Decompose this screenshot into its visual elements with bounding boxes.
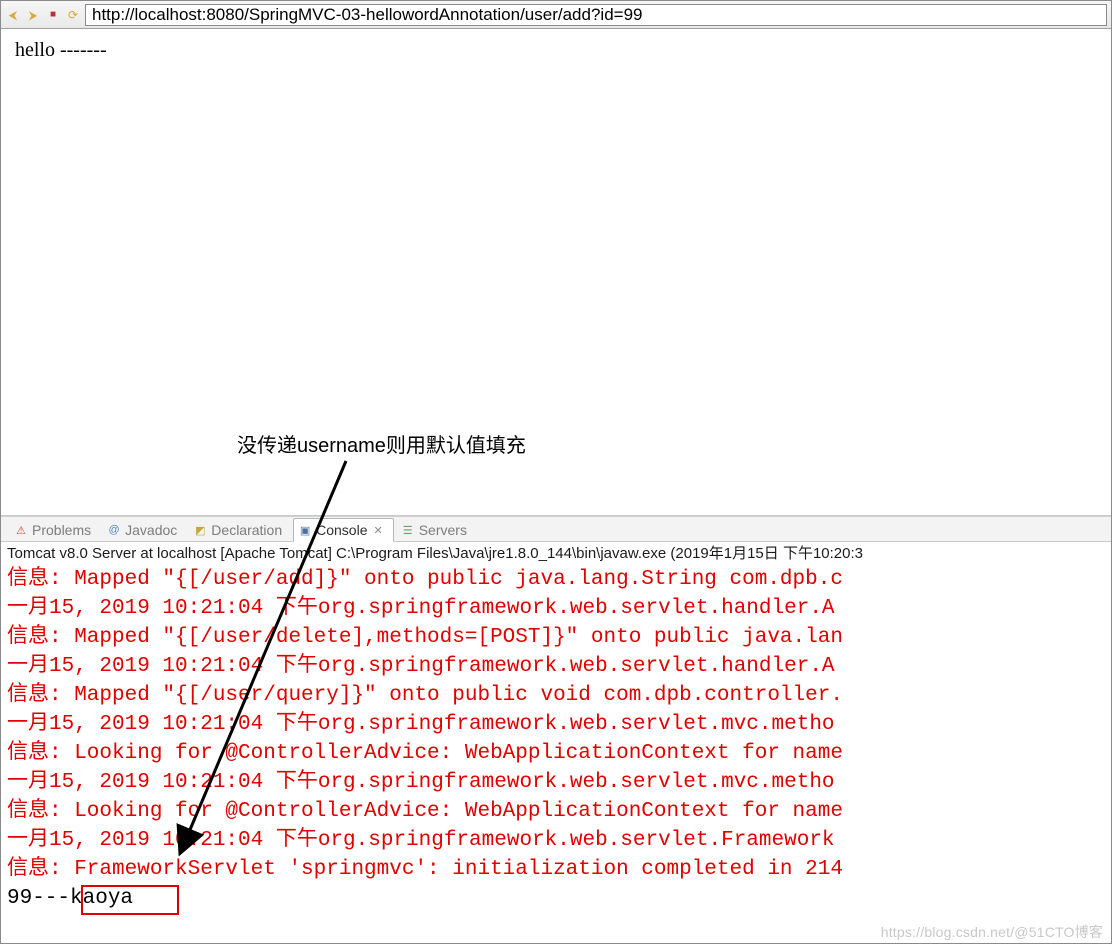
console-line: 信息: FrameworkServlet 'springmvc': initia…	[7, 856, 1105, 885]
declaration-icon: ◩	[193, 523, 207, 537]
tab-label: Problems	[32, 522, 91, 538]
browser-viewport: hello ------- 没传递username则用默认值填充	[1, 29, 1111, 516]
console-icon: ▣	[298, 523, 312, 537]
console-line: 信息: Looking for @ControllerAdvice: WebAp…	[7, 798, 1105, 827]
console-output[interactable]: 信息: Mapped "{[/user/add]}" onto public j…	[1, 566, 1111, 918]
watermark-text: https://blog.csdn.net/@51CTO博客	[881, 925, 1103, 939]
tab-declaration[interactable]: ◩ Declaration	[188, 518, 291, 542]
console-line: 一月15, 2019 10:21:04 下午org.springframewor…	[7, 711, 1105, 740]
tab-servers[interactable]: ☰ Servers	[396, 518, 476, 542]
console-line: 信息: Mapped "{[/user/query]}" onto public…	[7, 682, 1105, 711]
tab-label: Console	[316, 522, 367, 538]
console-line: 信息: Mapped "{[/user/add]}" onto public j…	[7, 566, 1105, 595]
console-line: 一月15, 2019 10:21:04 下午org.springframewor…	[7, 769, 1105, 798]
ide-tab-strip: ⚠ Problems @ Javadoc ◩ Declaration ▣ Con…	[1, 516, 1111, 542]
tab-label: Javadoc	[125, 522, 177, 538]
console-line: 一月15, 2019 10:21:04 下午org.springframewor…	[7, 595, 1105, 624]
nav-back-icon[interactable]: ⮜	[5, 7, 21, 23]
javadoc-icon: @	[107, 523, 121, 537]
console-line: 一月15, 2019 10:21:04 下午org.springframewor…	[7, 653, 1105, 682]
console-line: 信息: Mapped "{[/user/delete],methods=[POS…	[7, 624, 1105, 653]
console-process-description: Tomcat v8.0 Server at localhost [Apache …	[1, 542, 1111, 566]
url-input[interactable]	[85, 4, 1107, 26]
nav-refresh-icon[interactable]: ⟳	[65, 7, 81, 23]
tab-console[interactable]: ▣ Console ✕	[293, 518, 394, 542]
console-line: 信息: Looking for @ControllerAdvice: WebAp…	[7, 740, 1105, 769]
nav-stop-icon[interactable]: ■	[45, 7, 61, 23]
console-line: 99---kaoya	[7, 885, 1105, 914]
nav-forward-icon[interactable]: ⮞	[25, 7, 41, 23]
tab-label: Servers	[419, 522, 467, 538]
browser-toolbar: ⮜ ⮞ ■ ⟳	[1, 1, 1111, 29]
close-icon[interactable]: ✕	[372, 524, 385, 537]
tab-problems[interactable]: ⚠ Problems	[9, 518, 100, 542]
servers-icon: ☰	[401, 523, 415, 537]
problems-icon: ⚠	[14, 523, 28, 537]
console-line: 一月15, 2019 10:21:04 下午org.springframewor…	[7, 827, 1105, 856]
annotation-text: 没传递username则用默认值填充	[237, 433, 526, 459]
tab-label: Declaration	[211, 522, 282, 538]
tab-javadoc[interactable]: @ Javadoc	[102, 518, 186, 542]
page-body-text: hello -------	[15, 37, 107, 63]
